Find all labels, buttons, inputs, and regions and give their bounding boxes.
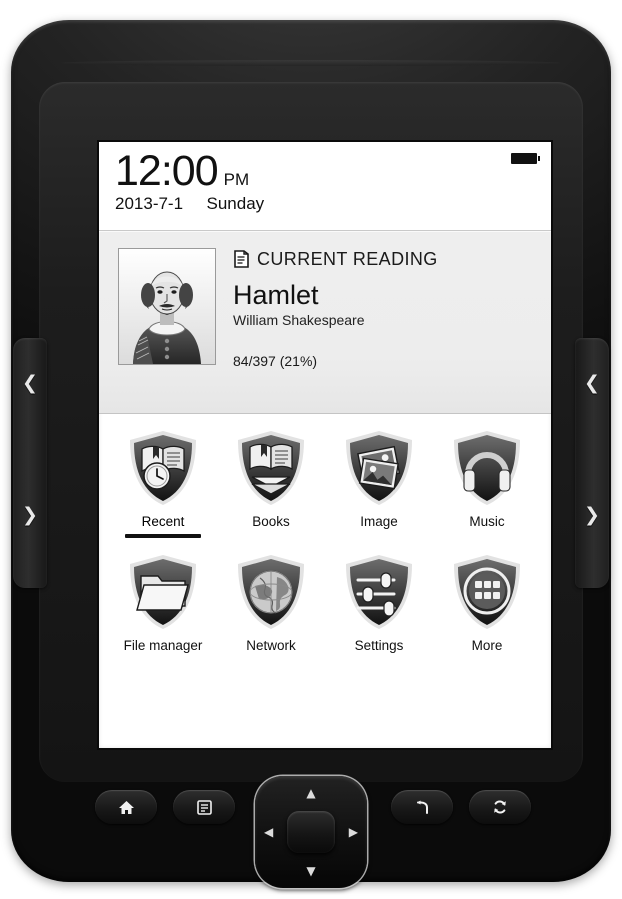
app-tile-label: Music: [469, 514, 505, 529]
music-icon: [454, 431, 520, 505]
shell-seam: [61, 60, 561, 66]
hardware-button-row: ▲ ▼ ◀ ▶: [11, 776, 611, 888]
book-author: William Shakespeare: [233, 312, 365, 328]
clock-time: 12:00: [115, 147, 219, 195]
app-tile-label: Recent: [141, 514, 185, 529]
ereader-device: ❮ ❯ ❮ ❯ 12:00 PM 2013-7-1 Sunday CURRENT…: [11, 20, 611, 888]
current-reading-label: CURRENT READING: [257, 248, 438, 269]
back-button[interactable]: [391, 790, 453, 824]
recent-icon: [130, 431, 196, 505]
menu-icon: [196, 799, 212, 815]
app-tile-label: Image: [360, 514, 398, 529]
books-icon: [238, 431, 304, 505]
selected-indicator: [125, 534, 201, 538]
shakespeare-portrait-icon: [119, 249, 215, 364]
app-tile-music[interactable]: Music: [433, 428, 541, 538]
dpad-down-button[interactable]: ▼: [306, 865, 315, 877]
right-page-button-rail[interactable]: ❮ ❯: [575, 338, 609, 588]
dpad[interactable]: ▲ ▼ ◀ ▶: [255, 776, 367, 888]
refresh-icon: [494, 800, 506, 814]
menu-button[interactable]: [173, 790, 235, 824]
dpad-left-button[interactable]: ◀: [264, 826, 273, 838]
app-tile-label: Books: [252, 514, 290, 529]
reading-progress: 84/397 (21%): [233, 353, 318, 369]
clock: 12:00 PM: [115, 147, 250, 195]
app-tile-more[interactable]: More: [433, 552, 541, 662]
next-page-button-left[interactable]: ❯: [13, 498, 47, 532]
next-page-button-right[interactable]: ❯: [575, 498, 609, 532]
app-tile-settings[interactable]: Settings: [325, 552, 433, 662]
app-tile-file-manager[interactable]: File manager: [109, 552, 217, 662]
refresh-button[interactable]: [469, 790, 531, 824]
app-tile-recent[interactable]: Recent: [109, 428, 217, 538]
file-manager-icon: [130, 555, 196, 629]
left-page-button-rail[interactable]: ❮ ❯: [13, 338, 47, 588]
book-title: Hamlet: [233, 280, 319, 310]
dpad-right-button[interactable]: ▶: [349, 826, 358, 838]
dpad-up-button[interactable]: ▲: [306, 787, 315, 799]
eink-screen: 12:00 PM 2013-7-1 Sunday CURRENT READING…: [99, 142, 551, 748]
network-icon: [238, 555, 304, 629]
current-reading-header: CURRENT READING: [233, 247, 539, 271]
settings-icon: [346, 555, 412, 629]
book-icon: [234, 250, 249, 268]
clock-date: 2013-7-1: [115, 194, 184, 213]
dpad-ok-button[interactable]: [287, 811, 335, 853]
app-tile-label: More: [471, 638, 503, 653]
app-tile-network[interactable]: Network: [217, 552, 325, 662]
image-icon: [346, 431, 412, 505]
book-cover-thumbnail[interactable]: [118, 248, 216, 365]
more-icon: [454, 555, 520, 629]
app-tile-image[interactable]: Image: [325, 428, 433, 538]
app-tile-label: Settings: [354, 638, 404, 653]
app-tile-label: Network: [246, 638, 296, 653]
status-bar: 12:00 PM 2013-7-1 Sunday: [99, 142, 551, 231]
prev-page-button-left[interactable]: ❮: [13, 366, 47, 400]
current-reading-card[interactable]: CURRENT READING Hamlet William Shakespea…: [99, 231, 551, 414]
app-tile-label: File manager: [123, 638, 203, 653]
date-row: 2013-7-1 Sunday: [115, 194, 535, 214]
app-grid: Recent Books Image Music File manager Ne…: [99, 414, 551, 662]
prev-page-button-right[interactable]: ❮: [575, 366, 609, 400]
clock-ampm: PM: [223, 170, 250, 189]
app-tile-books[interactable]: Books: [217, 428, 325, 538]
clock-weekday: Sunday: [206, 194, 265, 213]
current-reading-details: CURRENT READING Hamlet William Shakespea…: [233, 247, 539, 370]
back-arrow-icon: [416, 800, 428, 814]
home-button[interactable]: [95, 790, 157, 824]
battery-icon: [511, 153, 540, 164]
home-icon: [118, 800, 134, 814]
